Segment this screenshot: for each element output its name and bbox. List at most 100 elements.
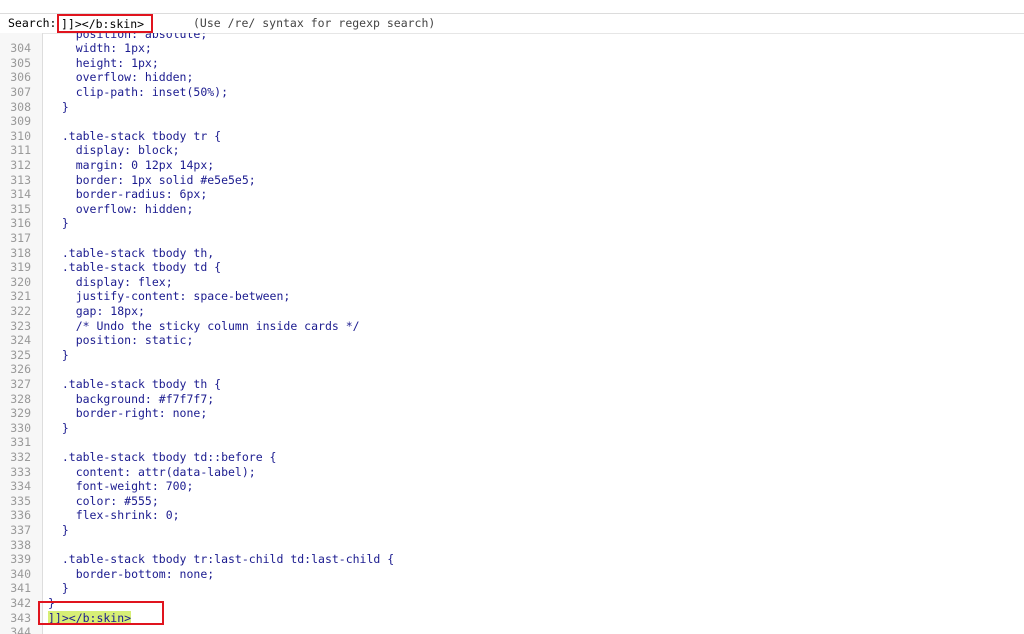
code-line: 312 margin: 0 12px 14px; [0, 158, 1024, 173]
line-number: 324 [10, 333, 31, 348]
code-line: 337 } [0, 523, 1024, 538]
line-number: 315 [10, 201, 31, 216]
line-code: color: #555; [48, 493, 159, 508]
line-number: 307 [10, 84, 31, 99]
line-code: display: flex; [48, 274, 173, 289]
line-number: 340 [10, 566, 31, 581]
line-number: 308 [10, 99, 31, 114]
search-bar: Search: (Use /re/ syntax for regexp sear… [0, 13, 1024, 34]
line-number: 326 [10, 362, 31, 377]
line-code: display: block; [48, 143, 180, 158]
code-line: 321 justify-content: space-between; [0, 289, 1024, 304]
line-number: 338 [10, 537, 31, 552]
code-line: 320 display: flex; [0, 275, 1024, 290]
line-code: border-right: none; [48, 406, 208, 421]
code-line: 340 border-bottom: none; [0, 567, 1024, 582]
line-code: background: #f7f7f7; [48, 391, 215, 406]
line-code: justify-content: space-between; [48, 289, 291, 304]
line-code: position: static; [48, 333, 194, 348]
line-code: } [48, 347, 69, 362]
line-number: 314 [10, 187, 31, 202]
line-number: 339 [10, 552, 31, 567]
line-number: 322 [10, 303, 31, 318]
code-line: 329 border-right: none; [0, 406, 1024, 421]
line-number: 317 [10, 230, 31, 245]
code-line: 316 } [0, 216, 1024, 231]
code-line: 338 [0, 538, 1024, 553]
line-number: 342 [10, 595, 31, 610]
line-code: .table-stack tbody th, [48, 245, 215, 260]
line-number: 327 [10, 376, 31, 391]
code-line: 308 } [0, 100, 1024, 115]
line-code: overflow: hidden; [48, 201, 194, 216]
code-line: 334 font-weight: 700; [0, 479, 1024, 494]
code-line: 315 overflow: hidden; [0, 202, 1024, 217]
line-number: 309 [10, 114, 31, 129]
line-code: overflow: hidden; [48, 70, 194, 85]
line-number: 343 [10, 610, 31, 625]
line-code: } [48, 99, 69, 114]
line-code: } [48, 420, 69, 435]
line-number: 318 [10, 245, 31, 260]
code-line: 322 gap: 18px; [0, 304, 1024, 319]
code-line: 333 content: attr(data-label); [0, 465, 1024, 480]
code-line: 311 display: block; [0, 143, 1024, 158]
code-line: 327 .table-stack tbody th { [0, 377, 1024, 392]
code-line: 305 height: 1px; [0, 56, 1024, 71]
line-code: } [48, 581, 69, 596]
line-code: .table-stack tbody td::before { [48, 449, 277, 464]
line-number: 344 [10, 625, 31, 634]
line-number: 305 [10, 55, 31, 70]
line-number: 341 [10, 581, 31, 596]
search-input[interactable] [57, 14, 153, 33]
search-match-annotation [38, 601, 164, 625]
line-code: .table-stack tbody tr { [48, 128, 222, 143]
search-label: Search: [8, 16, 57, 30]
line-code: /* Undo the sticky column inside cards *… [48, 318, 360, 333]
line-number: 329 [10, 406, 31, 421]
code-line: 324 position: static; [0, 333, 1024, 348]
code-line: 336 flex-shrink: 0; [0, 508, 1024, 523]
line-code: clip-path: inset(50%); [48, 84, 229, 99]
code-line: 325 } [0, 348, 1024, 363]
line-code: } [48, 522, 69, 537]
line-number: 321 [10, 289, 31, 304]
line-code: height: 1px; [48, 55, 159, 70]
code-line: 307 clip-path: inset(50%); [0, 85, 1024, 100]
line-number: 325 [10, 347, 31, 362]
code-editor[interactable]: position: absolute; 304 width: 1px; 305 he… [0, 33, 1024, 634]
code-line: 332 .table-stack tbody td::before { [0, 450, 1024, 465]
code-line: 317 [0, 231, 1024, 246]
line-code: gap: 18px; [48, 303, 145, 318]
line-number: 304 [10, 41, 31, 56]
code-line: 314 border-radius: 6px; [0, 187, 1024, 202]
code-line: 310 .table-stack tbody tr { [0, 129, 1024, 144]
line-number: 320 [10, 274, 31, 289]
line-number: 316 [10, 216, 31, 231]
line-number: 312 [10, 157, 31, 172]
line-code: .table-stack tbody td { [48, 260, 222, 275]
line-number: 323 [10, 318, 31, 333]
line-number: 336 [10, 508, 31, 523]
line-code: .table-stack tbody th { [48, 376, 222, 391]
line-code: font-weight: 700; [48, 479, 194, 494]
code-line: 339 .table-stack tbody tr:last-child td:… [0, 552, 1024, 567]
code-line: position: absolute; [0, 33, 1024, 41]
code-line: 326 [0, 362, 1024, 377]
line-number: 335 [10, 493, 31, 508]
line-code: .table-stack tbody tr:last-child td:last… [48, 552, 395, 567]
line-number: 330 [10, 420, 31, 435]
line-number: 332 [10, 449, 31, 464]
line-code: width: 1px; [48, 41, 152, 56]
line-number: 311 [10, 143, 31, 158]
code-line: 319 .table-stack tbody td { [0, 260, 1024, 275]
code-line: 323 /* Undo the sticky column inside car… [0, 319, 1024, 334]
code-line: 304 width: 1px; [0, 41, 1024, 56]
line-number: 333 [10, 464, 31, 479]
code-line: 318 .table-stack tbody th, [0, 246, 1024, 261]
line-code: border-bottom: none; [48, 566, 215, 581]
code-line: 335 color: #555; [0, 494, 1024, 509]
code-line: 341 } [0, 581, 1024, 596]
line-code: border-radius: 6px; [48, 187, 208, 202]
line-code: margin: 0 12px 14px; [48, 157, 215, 172]
